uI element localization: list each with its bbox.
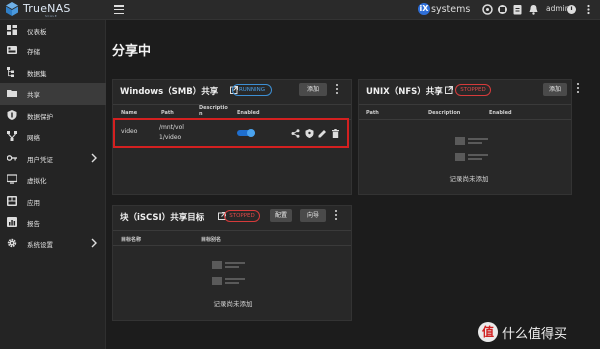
sidebar-item-label: 存储 bbox=[27, 48, 40, 56]
key-icon bbox=[7, 155, 17, 161]
directory-services-icon[interactable] bbox=[497, 4, 508, 15]
truenas-logo[interactable]: TrueNAS SCALE bbox=[5, 2, 100, 18]
report-icon bbox=[7, 217, 17, 227]
col-path: Path bbox=[366, 110, 379, 116]
gear-icon bbox=[7, 238, 17, 248]
sidebar-item-system-settings[interactable]: 系统设置 bbox=[0, 233, 106, 255]
ixsystems-logo[interactable]: iX systems bbox=[418, 3, 478, 17]
tasks-icon[interactable] bbox=[512, 4, 523, 15]
shield-icon bbox=[7, 110, 17, 120]
col-enabled: Enabled bbox=[237, 110, 260, 116]
smb-status-badge: RUNNING bbox=[232, 84, 272, 96]
sidebar-item-label: 虚拟化 bbox=[27, 177, 47, 185]
sidebar-item-data-protection[interactable]: 数据保护 bbox=[0, 105, 106, 127]
sidebar-item-storage[interactable]: 存储 bbox=[0, 40, 106, 62]
iscsi-config-button[interactable]: 配置 bbox=[270, 209, 292, 222]
col-description: Description bbox=[199, 105, 228, 117]
sidebar-item-label: 共享 bbox=[27, 91, 40, 99]
col-path: Path bbox=[161, 110, 174, 116]
ix-text: systems bbox=[431, 4, 471, 15]
nfs-card-title[interactable]: UNIX（NFS）共享 bbox=[366, 85, 443, 97]
iscsi-table-header: 目标名称 目标别名 bbox=[113, 230, 351, 246]
nfs-shares-card: UNIX（NFS）共享 STOPPED 添加 Path Description … bbox=[358, 79, 572, 195]
ix-mark: iX bbox=[418, 3, 430, 15]
power-icon[interactable] bbox=[566, 4, 577, 15]
watermark: 值 什么值得买 bbox=[478, 320, 596, 346]
iscsi-card-title[interactable]: 块（iSCSI）共享目标 bbox=[120, 211, 204, 223]
truenas-logo-icon bbox=[6, 2, 18, 16]
col-target-name: 目标名称 bbox=[121, 237, 142, 243]
sidebar-item-reporting[interactable]: 报告 bbox=[0, 212, 106, 234]
sidebar-item-virtualization[interactable]: 虚拟化 bbox=[0, 169, 106, 191]
sidebar-item-label: 应用 bbox=[27, 199, 40, 207]
storage-icon bbox=[7, 46, 17, 54]
menu-toggle-icon[interactable] bbox=[114, 5, 124, 15]
truecommand-icon[interactable] bbox=[482, 4, 493, 15]
sidebar-item-credentials[interactable]: 用户凭证 bbox=[0, 148, 106, 170]
sidebar-item-dashboard[interactable]: 仪表板 bbox=[0, 20, 106, 42]
watermark-logo: 值 bbox=[478, 322, 498, 342]
smb-more-icon[interactable] bbox=[335, 84, 339, 96]
empty-list-icon bbox=[455, 137, 488, 161]
chevron-right-icon bbox=[91, 153, 97, 163]
nfs-table-header: Path Description Enabled bbox=[359, 104, 571, 120]
sidebar-item-label: 数据保护 bbox=[27, 113, 53, 121]
sidebar-item-datasets[interactable]: 数据集 bbox=[0, 62, 106, 84]
iscsi-more-icon[interactable] bbox=[334, 210, 338, 222]
row-highlight bbox=[113, 118, 349, 148]
chevron-right-icon bbox=[91, 238, 97, 248]
top-bar: TrueNAS SCALE iX systems admin bbox=[0, 0, 600, 20]
iscsi-card: 块（iSCSI）共享目标 STOPPED 配置 向导 目标名称 目标别名 记录尚… bbox=[112, 205, 352, 321]
nfs-more-icon[interactable] bbox=[576, 83, 580, 95]
iscsi-wizard-button[interactable]: 向导 bbox=[300, 209, 326, 222]
logo-subtext: SCALE bbox=[45, 14, 58, 18]
sidebar-item-label: 报告 bbox=[27, 220, 40, 228]
empty-message: 记录尚未添加 bbox=[449, 175, 489, 183]
nfs-status-badge: STOPPED bbox=[455, 84, 491, 96]
apps-icon bbox=[7, 196, 17, 206]
sidebar-item-label: 系统设置 bbox=[27, 241, 53, 249]
sidebar-item-label: 网络 bbox=[27, 134, 40, 142]
datasets-icon bbox=[7, 67, 14, 77]
shares-icon bbox=[7, 90, 17, 97]
sidebar-item-apps[interactable]: 应用 bbox=[0, 191, 106, 213]
page-title: 分享中 bbox=[112, 44, 152, 59]
smb-card-title[interactable]: Windows（SMB）共享 bbox=[120, 85, 218, 97]
sidebar-item-label: 用户凭证 bbox=[27, 156, 53, 164]
watermark-text: 什么值得买 bbox=[502, 327, 568, 342]
col-description: Description bbox=[428, 110, 461, 116]
notifications-icon[interactable] bbox=[528, 4, 539, 15]
empty-message: 记录尚未添加 bbox=[213, 300, 253, 308]
col-name: Name bbox=[121, 110, 138, 116]
network-icon bbox=[7, 131, 17, 141]
open-in-new-icon[interactable] bbox=[445, 86, 453, 94]
monitor-icon bbox=[7, 174, 17, 184]
col-enabled: Enabled bbox=[489, 110, 512, 116]
sidebar-item-label: 仪表板 bbox=[27, 28, 47, 36]
more-vert-icon[interactable] bbox=[583, 4, 594, 15]
sidebar-item-network[interactable]: 网络 bbox=[0, 126, 106, 148]
empty-list-icon bbox=[212, 261, 245, 285]
nfs-add-button[interactable]: 添加 bbox=[543, 83, 567, 96]
sidebar: 仪表板 存储 数据集 共享 数据保护 网络 用户凭证 虚拟化 应用 报告 系统设… bbox=[0, 20, 106, 349]
sidebar-item-shares[interactable]: 共享 bbox=[0, 83, 106, 105]
smb-add-button[interactable]: 添加 bbox=[299, 83, 327, 96]
iscsi-status-badge: STOPPED bbox=[224, 210, 260, 222]
dashboard-icon bbox=[7, 25, 17, 35]
sidebar-item-label: 数据集 bbox=[27, 70, 47, 78]
col-target-alias: 目标别名 bbox=[201, 237, 222, 243]
